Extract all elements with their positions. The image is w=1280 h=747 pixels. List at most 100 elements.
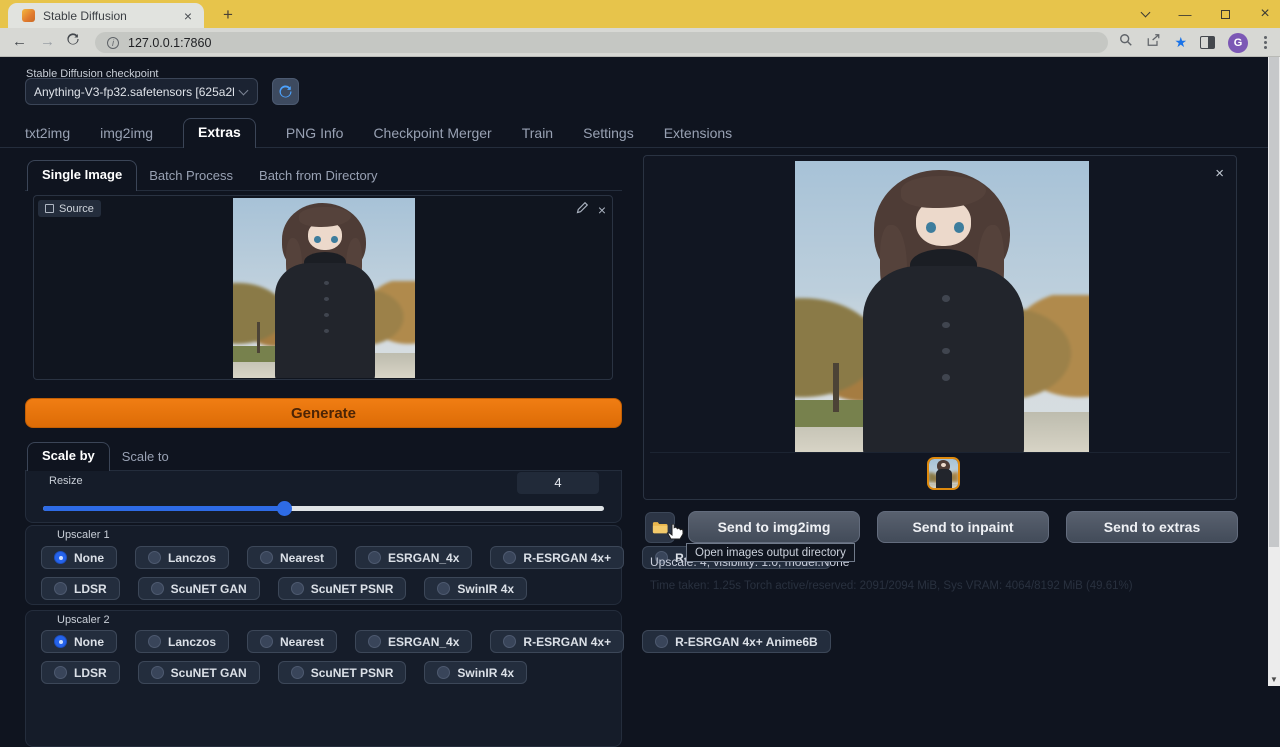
zoom-icon[interactable] <box>1119 33 1133 52</box>
send-to-inpaint-button[interactable]: Send to inpaint <box>877 511 1049 543</box>
performance-info-text: Time taken: 1.25s Torch active/reserved:… <box>650 580 1133 592</box>
upscaler1-option-esrgan-4x[interactable]: ESRGAN_4x <box>355 546 472 569</box>
share-icon[interactable] <box>1146 33 1161 52</box>
radio-icon <box>291 666 304 679</box>
source-badge: Source <box>38 200 101 217</box>
tab-batch-process[interactable]: Batch Process <box>149 168 233 191</box>
stable-diffusion-page: Stable Diffusion checkpoint Anything-V3-… <box>0 57 1280 686</box>
browser-toolbar: ← → i 127.0.0.1:7860 ★ G <box>0 28 1280 57</box>
gallery-divider <box>650 452 1230 453</box>
upscaler2-option-lanczos[interactable]: Lanczos <box>135 630 229 653</box>
profile-avatar[interactable]: G <box>1228 33 1248 53</box>
address-bar[interactable]: i 127.0.0.1:7860 <box>95 32 1108 53</box>
radio-icon <box>151 666 164 679</box>
tab-txt2img[interactable]: txt2img <box>25 125 70 148</box>
upscaler2-option-nearest[interactable]: Nearest <box>247 630 337 653</box>
send-to-extras-button[interactable]: Send to extras <box>1066 511 1238 543</box>
window-minimize-button[interactable]: — <box>1178 7 1192 22</box>
new-tab-button[interactable]: + <box>216 3 240 27</box>
radio-icon <box>54 666 67 679</box>
tab-settings[interactable]: Settings <box>583 125 634 148</box>
radio-icon <box>655 635 668 648</box>
resize-panel: Resize 4 <box>25 470 622 523</box>
tab-close-icon[interactable]: × <box>180 8 196 24</box>
radio-icon <box>151 582 164 595</box>
tab-png-info[interactable]: PNG Info <box>286 125 344 148</box>
send-to-img2img-button[interactable]: Send to img2img <box>688 511 860 543</box>
result-gallery: × <box>643 155 1237 500</box>
upscaler1-option-none[interactable]: None <box>41 546 117 569</box>
site-info-icon[interactable]: i <box>107 37 119 49</box>
side-panel-icon[interactable] <box>1200 36 1215 49</box>
resize-slider[interactable] <box>43 506 604 511</box>
upscaler1-option-ldsr[interactable]: LDSR <box>41 577 120 600</box>
window-close-button[interactable]: × <box>1258 5 1272 23</box>
back-icon[interactable]: ← <box>12 33 27 50</box>
resize-slider-fill <box>43 506 284 511</box>
resize-value-input[interactable]: 4 <box>517 472 599 494</box>
result-image[interactable] <box>795 161 1089 453</box>
checkpoint-dropdown[interactable]: Anything-V3-fp32.safetensors [625a2ba2] <box>25 78 258 105</box>
radio-icon <box>54 582 67 595</box>
radio-icon <box>437 582 450 595</box>
window-maximize-button[interactable] <box>1218 7 1232 22</box>
browser-tab-title: Stable Diffusion <box>43 9 180 23</box>
url-text: 127.0.0.1:7860 <box>128 36 211 50</box>
resize-label: Resize <box>49 475 83 487</box>
upscaler1-option-lanczos[interactable]: Lanczos <box>135 546 229 569</box>
browser-tabstrip: Stable Diffusion × + — × <box>0 0 1280 28</box>
tab-scale-to[interactable]: Scale to <box>122 449 169 471</box>
upscaler2-option-ldsr[interactable]: LDSR <box>41 661 120 684</box>
refresh-page-icon[interactable] <box>66 32 80 50</box>
bookmark-star-icon[interactable]: ★ <box>1174 34 1187 51</box>
upscaler2-option-swinir-4x[interactable]: SwinIR 4x <box>424 661 527 684</box>
clear-image-icon[interactable]: × <box>598 203 606 217</box>
checkpoint-value: Anything-V3-fp32.safetensors [625a2ba2] <box>34 85 234 99</box>
upscaler1-option-r-esrgan-4x[interactable]: R-ESRGAN 4x+ <box>490 546 624 569</box>
generate-button[interactable]: Generate <box>25 398 622 428</box>
edit-image-icon[interactable] <box>576 201 588 219</box>
upscaler1-option-swinir-4x[interactable]: SwinIR 4x <box>424 577 527 600</box>
upscaler2-option-none[interactable]: None <box>41 630 117 653</box>
main-tab-bar: txt2img img2img Extras PNG Info Checkpoi… <box>25 120 762 148</box>
upscaler1-option-scunet-gan[interactable]: ScuNET GAN <box>138 577 260 600</box>
page-scrollbar[interactable]: ▼ <box>1268 57 1280 686</box>
tab-train[interactable]: Train <box>522 125 553 148</box>
upscaler2-option-scunet-psnr[interactable]: ScuNET PSNR <box>278 661 407 684</box>
radio-icon <box>503 635 516 648</box>
tab-img2img[interactable]: img2img <box>100 125 153 148</box>
upscaler1-label: Upscaler 1 <box>57 529 110 541</box>
tab-scale-by[interactable]: Scale by <box>27 442 110 471</box>
tab-extras[interactable]: Extras <box>183 118 256 148</box>
upscaler2-option-r-esrgan-4x[interactable]: R-ESRGAN 4x+ <box>490 630 624 653</box>
source-image-dropzone[interactable]: Source × <box>33 195 613 380</box>
radio-icon <box>437 666 450 679</box>
scrollbar-thumb[interactable] <box>1269 57 1279 547</box>
radio-icon <box>503 551 516 564</box>
close-gallery-icon[interactable]: × <box>1215 165 1224 182</box>
gallery-thumbnail-selected[interactable] <box>927 457 960 490</box>
refresh-checkpoints-button[interactable] <box>272 78 299 105</box>
resize-slider-thumb[interactable] <box>277 501 292 516</box>
tab-batch-from-directory[interactable]: Batch from Directory <box>259 168 377 191</box>
upscaler2-option-r-esrgan-anime6b[interactable]: R-ESRGAN 4x+ Anime6B <box>642 630 831 653</box>
upscaler2-panel: Upscaler 2 None Lanczos Nearest ESRGAN_4… <box>25 610 622 747</box>
forward-icon[interactable]: → <box>40 33 55 50</box>
radio-icon <box>148 551 161 564</box>
radio-icon <box>260 551 273 564</box>
favicon-icon <box>22 9 35 22</box>
radio-icon <box>291 582 304 595</box>
browser-tab[interactable]: Stable Diffusion × <box>8 3 204 28</box>
browser-menu-icon[interactable] <box>1261 36 1270 49</box>
tab-checkpoint-merger[interactable]: Checkpoint Merger <box>373 125 491 148</box>
tab-search-icon[interactable] <box>1138 7 1152 22</box>
radio-icon <box>368 551 381 564</box>
upscaler1-option-nearest[interactable]: Nearest <box>247 546 337 569</box>
chevron-down-icon <box>239 85 249 95</box>
tab-single-image[interactable]: Single Image <box>27 160 137 191</box>
upscaler2-option-scunet-gan[interactable]: ScuNET GAN <box>138 661 260 684</box>
tab-extensions[interactable]: Extensions <box>664 125 732 148</box>
upscaler1-option-scunet-psnr[interactable]: ScuNET PSNR <box>278 577 407 600</box>
scrollbar-down-arrow[interactable]: ▼ <box>1268 675 1280 684</box>
upscaler2-option-esrgan-4x[interactable]: ESRGAN_4x <box>355 630 472 653</box>
